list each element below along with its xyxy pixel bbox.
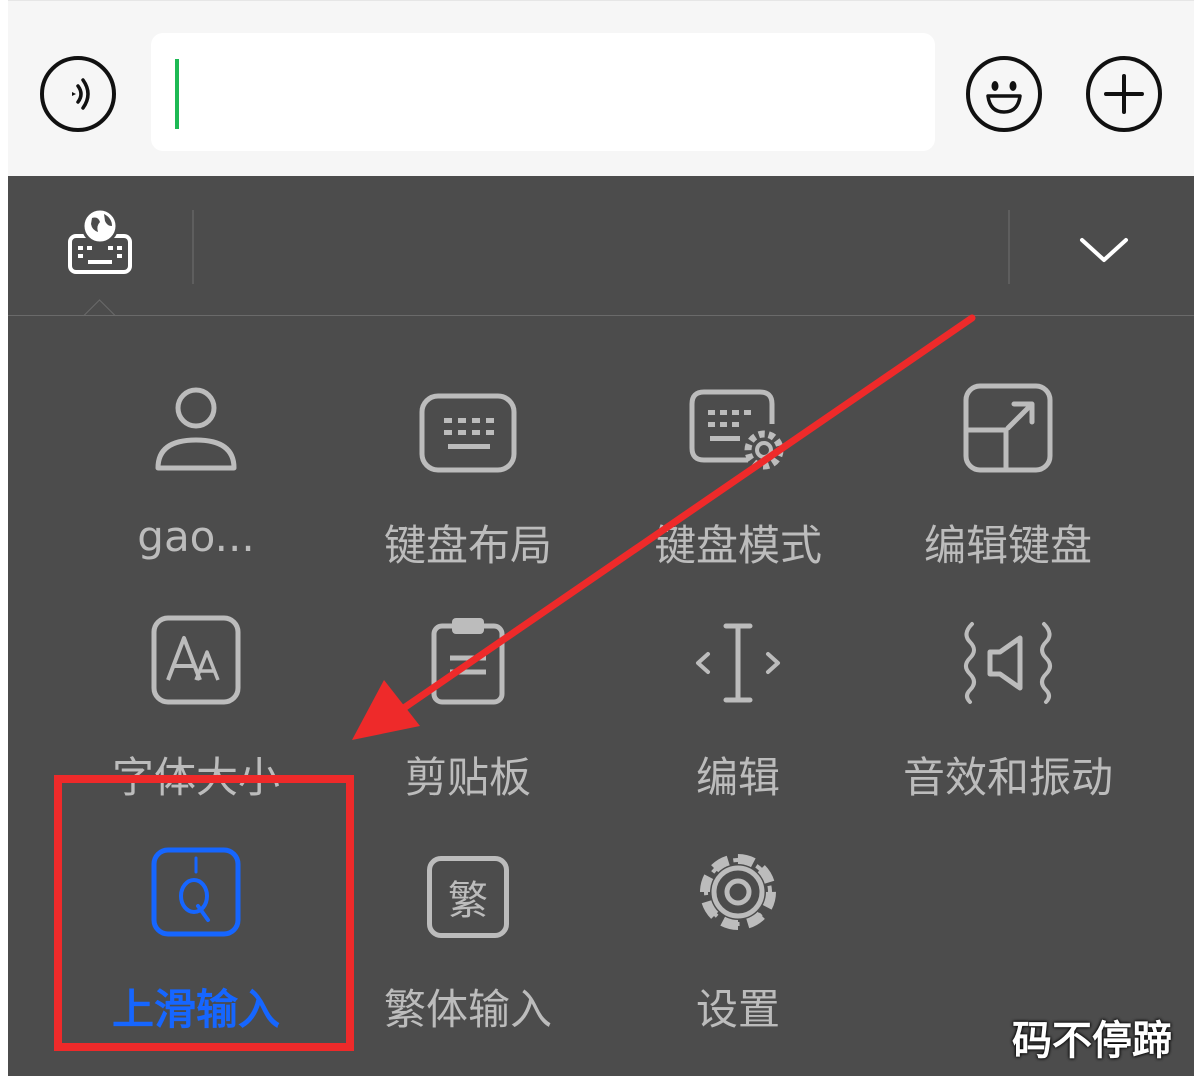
chevron-down-icon	[1080, 238, 1128, 262]
keyboard-icon	[419, 393, 517, 473]
plus-icon	[1104, 74, 1144, 114]
traditional-chinese-icon: 繁	[427, 856, 509, 938]
menu-item-label: 繁体输入	[383, 985, 552, 1034]
menu-item-traditional-input[interactable]: 繁 繁体输入	[338, 828, 598, 1060]
toolbar-divider	[1008, 210, 1010, 284]
menu-item-label: 编辑	[695, 753, 780, 802]
menu-item-label: 编辑键盘	[923, 521, 1092, 570]
voice-wave-icon	[72, 78, 90, 110]
emoji-button[interactable]	[966, 56, 1042, 132]
gear-icon	[700, 854, 776, 930]
menu-item-label: 键盘布局	[383, 521, 552, 570]
menu-item-keyboard-layout[interactable]: 键盘布局	[338, 364, 598, 596]
menu-item-keyboard-mode[interactable]: 键盘模式	[608, 364, 868, 596]
menu-item-settings[interactable]: 设置	[608, 828, 868, 1060]
menu-item-label: 剪贴板	[404, 753, 531, 802]
collapse-keyboard-button[interactable]	[1074, 228, 1134, 272]
watermark: 码不停蹄	[1012, 1018, 1172, 1064]
keyboard-settings-icon	[689, 389, 784, 470]
traditional-glyph: 繁	[448, 878, 488, 924]
annotation-highlight-box	[54, 775, 354, 1051]
globe-keyboard-icon	[68, 207, 132, 274]
text-caret	[175, 59, 179, 129]
message-input[interactable]	[151, 33, 935, 151]
menu-item-sound-vibration[interactable]: 音效和振动	[878, 596, 1138, 828]
menu-item-label: gao...	[137, 512, 255, 561]
voice-input-button[interactable]	[40, 56, 116, 132]
menu-item-label: 设置	[695, 985, 780, 1034]
menu-item-edit[interactable]: 编辑	[608, 596, 868, 828]
keyboard-toolbar	[8, 176, 1194, 332]
keyboard-switch-button[interactable]	[62, 204, 138, 280]
toolbar-divider	[192, 210, 194, 284]
resize-arrow-icon	[963, 383, 1053, 473]
user-icon	[155, 387, 237, 471]
menu-item-edit-keyboard[interactable]: 编辑键盘	[878, 364, 1138, 596]
more-button[interactable]	[1086, 56, 1162, 132]
menu-item-clipboard[interactable]: 剪贴板	[338, 596, 598, 828]
text-cursor-icon	[696, 623, 780, 703]
menu-item-label: 键盘模式	[653, 521, 822, 570]
menu-item-label: 音效和振动	[902, 753, 1113, 802]
sound-vibration-icon	[964, 622, 1052, 704]
input-bar	[8, 0, 1194, 177]
smiley-icon	[986, 81, 1022, 114]
menu-item-account[interactable]: gao...	[66, 364, 326, 596]
clipboard-icon	[431, 618, 505, 705]
font-size-icon	[151, 615, 241, 705]
